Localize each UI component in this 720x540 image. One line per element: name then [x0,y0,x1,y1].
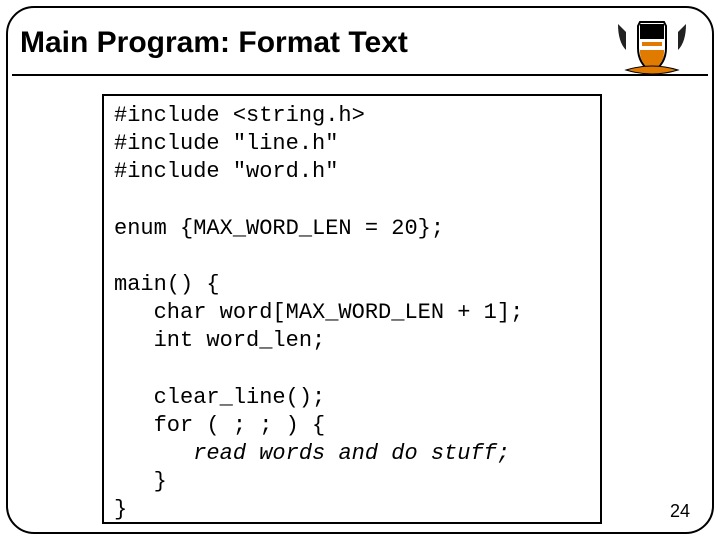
code-indent [114,441,193,466]
code-line: #include "word.h" [114,159,338,184]
code-line: #include <string.h> [114,103,365,128]
slide-frame: Main Program: Format Text #include <stri… [6,6,714,534]
code-line: enum {MAX_WORD_LEN = 20}; [114,216,444,241]
princeton-crest-icon [612,20,692,76]
code-line: char word[MAX_WORD_LEN + 1]; [114,300,523,325]
code-line: for ( ; ; ) { [114,413,325,438]
code-line: read words and do stuff; [114,441,510,466]
page-number: 24 [670,501,690,522]
code-line: clear_line(); [114,385,325,410]
code-line: } [114,469,167,494]
code-placeholder: read words and do stuff; [193,441,510,466]
code-line: #include "line.h" [114,131,338,156]
code-line: int word_len; [114,328,325,353]
slide-title: Main Program: Format Text [20,26,408,60]
code-box: #include <string.h> #include "line.h" #i… [102,94,602,524]
title-bar: Main Program: Format Text [12,12,708,76]
code-listing: #include <string.h> #include "line.h" #i… [114,102,590,524]
code-line: } [114,497,127,522]
code-line: main() { [114,272,220,297]
